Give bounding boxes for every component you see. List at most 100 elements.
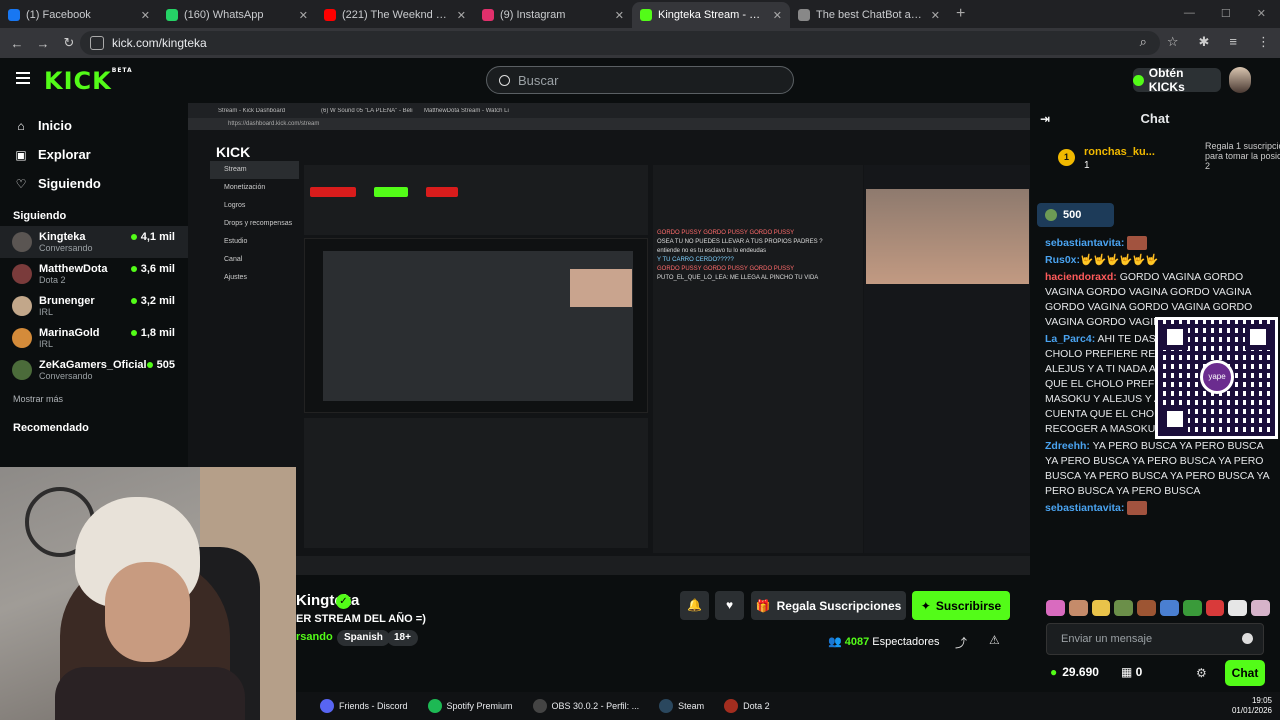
qr-corner: [1162, 406, 1188, 432]
stream-category[interactable]: rsando: [296, 631, 333, 643]
taskbar-app[interactable]: Spotify Premium: [427, 699, 513, 713]
emote-icon[interactable]: [1228, 600, 1248, 616]
new-tab-button[interactable]: +: [956, 5, 965, 23]
system-clock: 19:05 01/01/2026: [1232, 696, 1272, 716]
tag-age[interactable]: 18+: [387, 630, 418, 646]
qr-corner: [1245, 324, 1271, 350]
emote-icon[interactable]: [1205, 600, 1225, 616]
followed-channel[interactable]: Brunenger IRL 3,2 mil: [0, 290, 188, 322]
close-window-button[interactable]: ✕: [1257, 7, 1266, 20]
gift-prompt[interactable]: Regala 1 suscripción para tomar la posic…: [1193, 141, 1280, 171]
video-player[interactable]: Stream - Kick Dashboard (6) W Sound 05 "L…: [188, 103, 1030, 575]
get-kicks-button[interactable]: Obtén KICKs: [1133, 66, 1221, 94]
kicks-balance[interactable]: ● 29.690: [1050, 665, 1099, 679]
leader-name[interactable]: ronchas_ku...: [1084, 146, 1155, 158]
search-input[interactable]: Buscar: [486, 66, 794, 94]
chat-username[interactable]: La_Parc4:: [1045, 333, 1095, 345]
nav-item-explorar[interactable]: ▣ Explorar: [0, 140, 188, 169]
chat-settings-gear-icon[interactable]: ⚙: [1196, 666, 1207, 680]
browser-tab[interactable]: Kingteka Stream - Watch Li ✕: [632, 2, 790, 28]
emote-icon[interactable]: [1091, 600, 1111, 616]
close-tab-icon[interactable]: ✕: [299, 9, 308, 22]
store-count: 0: [1135, 665, 1143, 679]
emote-icon[interactable]: [1046, 600, 1065, 616]
emote-icon[interactable]: [1137, 600, 1156, 616]
channel-avatar: [12, 360, 32, 380]
emote-icon[interactable]: [1182, 600, 1202, 616]
tab-title: (221) The Weeknd Late Night D: [342, 9, 451, 21]
hamburger-menu-icon[interactable]: [16, 72, 30, 84]
media-control-icon[interactable]: ≡: [1229, 34, 1237, 50]
live-dot-icon: [130, 330, 137, 336]
show-more-link[interactable]: Mostrar más: [0, 394, 188, 404]
close-tab-icon[interactable]: ✕: [141, 9, 150, 22]
subscribe-button[interactable]: ✦ Suscribirse: [912, 591, 1010, 620]
gift-subs-button[interactable]: 🎁 Regala Suscripciones: [751, 591, 906, 620]
followed-channel[interactable]: MarinaGold IRL 1,8 mil: [0, 322, 188, 354]
nav-item-label: Explorar: [38, 147, 91, 162]
send-chat-button[interactable]: Chat: [1225, 660, 1265, 686]
taskbar-app[interactable]: Dota 2: [724, 699, 770, 713]
forward-button[interactable]: →: [30, 36, 56, 51]
kick-tip-badge[interactable]: 500: [1037, 203, 1114, 227]
channel-viewers: 3,2 mil: [130, 295, 175, 307]
inner-menu-item: Drops y recompensas: [224, 220, 293, 227]
taskbar-app[interactable]: Friends - Discord: [320, 699, 408, 713]
chat-username[interactable]: Rus0x:: [1045, 254, 1080, 266]
browser-tab[interactable]: (9) Instagram ✕: [474, 2, 632, 28]
channel-name: MarinaGold: [39, 327, 100, 339]
chat-message-input[interactable]: Enviar un mensaje: [1046, 623, 1264, 655]
taskbar-app[interactable]: Steam: [659, 699, 704, 713]
emote-icon[interactable]: [1068, 600, 1088, 616]
browser-tab[interactable]: (160) WhatsApp ✕: [158, 2, 316, 28]
report-warning-icon[interactable]: ⚠: [989, 633, 1000, 647]
chat-username[interactable]: sebastiantavita:: [1045, 502, 1124, 514]
back-button[interactable]: ←: [4, 36, 30, 51]
followed-channel[interactable]: MatthewDota Dota 2 3,6 mil: [0, 258, 188, 290]
browser-tab[interactable]: The best ChatBot and Widgets ✕: [790, 2, 948, 28]
chat-username[interactable]: haciendoraxd:: [1045, 271, 1117, 283]
tag-language[interactable]: Spanish: [337, 630, 390, 646]
minimize-button[interactable]: —: [1184, 7, 1195, 20]
menu-dots-icon[interactable]: ⋮: [1257, 34, 1270, 50]
user-avatar[interactable]: [1229, 67, 1251, 93]
reload-button[interactable]: ↻: [56, 35, 82, 51]
emote-icon[interactable]: [1159, 600, 1179, 616]
emoji-picker-icon[interactable]: [1242, 633, 1253, 644]
zoom-icon[interactable]: ⌕: [1140, 34, 1147, 50]
tab-favicon-icon: [482, 9, 494, 21]
follow-heart-icon[interactable]: ♥: [715, 591, 744, 620]
tab-title: Kingteka Stream - Watch Li: [658, 9, 767, 21]
followed-channel[interactable]: ZeKaGamers_Oficial Conversando 505: [0, 354, 188, 386]
bookmark-star-icon[interactable]: ☆: [1167, 34, 1179, 50]
nav-item-inicio[interactable]: ⌂ Inicio: [0, 111, 188, 140]
extensions-icon[interactable]: ✱: [1199, 34, 1210, 50]
close-tab-icon[interactable]: ✕: [931, 9, 940, 22]
store-button[interactable]: ▦ 0: [1121, 665, 1142, 679]
live-dot-icon: [130, 298, 137, 304]
following-heading: Siguiendo: [13, 210, 67, 222]
notification-bell-icon[interactable]: 🔔: [680, 591, 709, 620]
close-tab-icon[interactable]: ✕: [457, 9, 466, 22]
taskbar-app[interactable]: OBS 30.0.2 - Perfil: ...: [532, 699, 639, 713]
chat-footer: ● 29.690 ▦ 0 ⚙ Chat: [1046, 660, 1268, 686]
url-field[interactable]: kick.com/kingteka: [80, 31, 1160, 55]
close-tab-icon[interactable]: ✕: [773, 9, 782, 22]
emote-icon[interactable]: [1114, 600, 1134, 616]
nav-item-siguiendo[interactable]: ♡ Siguiendo: [0, 169, 188, 198]
chat-username[interactable]: sebastiantavita:: [1045, 237, 1124, 249]
share-icon[interactable]: ⤴: [955, 634, 967, 651]
kick-logo[interactable]: KICKBETA: [44, 67, 133, 95]
site-info-icon[interactable]: [90, 36, 104, 50]
emote-icon[interactable]: [1251, 600, 1270, 616]
tab-title: (1) Facebook: [26, 9, 91, 21]
maximize-button[interactable]: ☐: [1221, 7, 1231, 20]
browser-tab[interactable]: (221) The Weeknd Late Night D ✕: [316, 2, 474, 28]
browser-tab[interactable]: (1) Facebook ✕: [0, 2, 158, 28]
viewers-icon: 👥: [828, 636, 845, 648]
chat-username[interactable]: Zdreehh:: [1045, 440, 1090, 452]
followed-channel[interactable]: Kingteka Conversando 4,1 mil: [0, 226, 188, 258]
close-tab-icon[interactable]: ✕: [615, 9, 624, 22]
collapse-chat-icon[interactable]: ⇥: [1040, 112, 1050, 126]
channel-category: Conversando: [39, 243, 93, 253]
